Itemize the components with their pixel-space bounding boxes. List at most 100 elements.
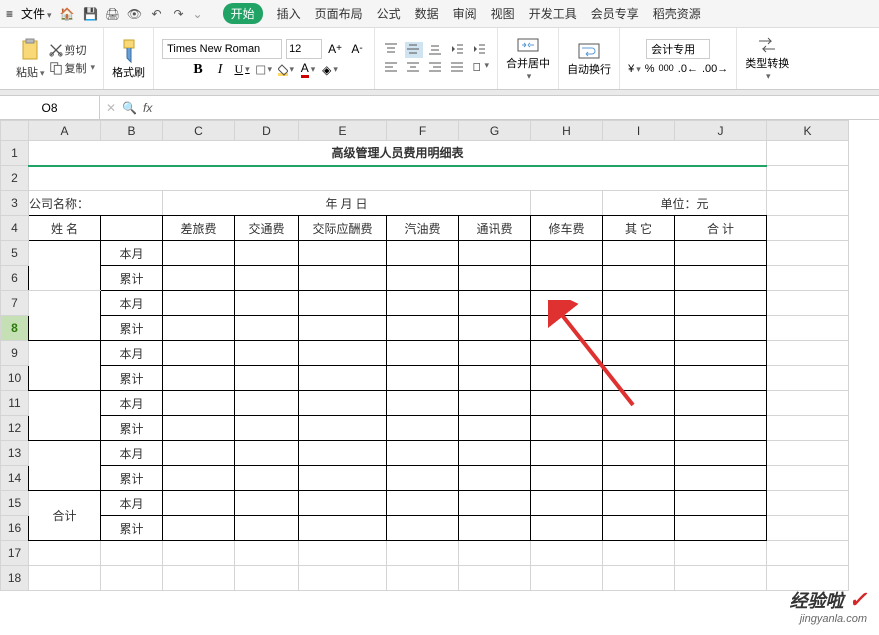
cell[interactable] [459, 366, 531, 391]
col-header-I[interactable]: I [603, 121, 675, 141]
cell[interactable] [531, 291, 603, 316]
cell[interactable] [387, 416, 459, 441]
cell-h-travel[interactable]: 差旅费 [163, 216, 235, 241]
cell[interactable] [387, 466, 459, 491]
row-header-5[interactable]: 5 [1, 241, 29, 266]
cell[interactable] [387, 266, 459, 291]
cell[interactable] [299, 516, 387, 541]
cell[interactable] [299, 541, 387, 566]
cell[interactable] [235, 441, 299, 466]
row-header-15[interactable]: 15 [1, 491, 29, 516]
row-header-17[interactable]: 17 [1, 541, 29, 566]
tab-insert[interactable]: 插入 [277, 5, 301, 22]
cell[interactable] [675, 366, 767, 391]
row-header-10[interactable]: 10 [1, 366, 29, 391]
cell[interactable] [101, 216, 163, 241]
cell[interactable] [767, 391, 849, 416]
percent-button[interactable]: % [645, 63, 655, 79]
cell[interactable] [387, 341, 459, 366]
cell[interactable] [675, 241, 767, 266]
col-header-D[interactable]: D [235, 121, 299, 141]
tab-doke[interactable]: 稻壳资源 [653, 5, 701, 22]
cell[interactable] [767, 166, 849, 191]
cell[interactable] [459, 291, 531, 316]
cell[interactable] [767, 216, 849, 241]
row-header-4[interactable]: 4 [1, 216, 29, 241]
cell[interactable] [299, 416, 387, 441]
cell-cumul[interactable]: 累计 [101, 516, 163, 541]
cell[interactable] [675, 291, 767, 316]
cell-month[interactable]: 本月 [101, 441, 163, 466]
row-header-9[interactable]: 9 [1, 341, 29, 366]
italic-button[interactable]: I [211, 61, 229, 79]
cell[interactable] [767, 516, 849, 541]
cell-h-other[interactable]: 其 它 [603, 216, 675, 241]
align-top-button[interactable] [383, 42, 401, 58]
cell[interactable] [299, 391, 387, 416]
cell-h-name[interactable]: 姓 名 [29, 216, 101, 241]
cell[interactable] [29, 241, 101, 291]
cancel-icon[interactable]: ✕ [106, 101, 116, 115]
cell[interactable] [387, 391, 459, 416]
cell[interactable] [459, 316, 531, 341]
cell[interactable] [603, 266, 675, 291]
cell[interactable] [163, 516, 235, 541]
font-color-button[interactable]: A [299, 61, 317, 79]
cell[interactable] [531, 391, 603, 416]
cell[interactable] [459, 441, 531, 466]
row-header-3[interactable]: 3 [1, 191, 29, 216]
cell[interactable] [603, 541, 675, 566]
number-format-select[interactable] [646, 39, 710, 59]
cell-month[interactable]: 本月 [101, 291, 163, 316]
cell[interactable] [163, 466, 235, 491]
cell[interactable] [603, 466, 675, 491]
cell[interactable] [531, 416, 603, 441]
cell[interactable] [603, 566, 675, 591]
cell[interactable] [531, 241, 603, 266]
cell[interactable] [235, 341, 299, 366]
cell[interactable] [29, 391, 101, 441]
cell[interactable] [767, 316, 849, 341]
cell[interactable] [603, 416, 675, 441]
cell[interactable] [531, 191, 603, 216]
cell[interactable] [163, 341, 235, 366]
col-header-E[interactable]: E [299, 121, 387, 141]
cell-h-comm[interactable]: 通讯费 [459, 216, 531, 241]
increase-decimal-button[interactable]: .00→ [702, 63, 728, 79]
cell-cumul[interactable]: 累计 [101, 466, 163, 491]
row-header-1[interactable]: 1 [1, 141, 29, 166]
cell-h-fuel[interactable]: 汽油费 [387, 216, 459, 241]
cell[interactable] [675, 341, 767, 366]
cell[interactable] [299, 266, 387, 291]
tab-dev[interactable]: 开发工具 [529, 5, 577, 22]
cell[interactable] [235, 466, 299, 491]
cell[interactable] [603, 291, 675, 316]
tab-view[interactable]: 视图 [491, 5, 515, 22]
cell-month[interactable]: 本月 [101, 391, 163, 416]
cell[interactable] [387, 541, 459, 566]
cell-style-button[interactable]: ◈ [321, 61, 339, 79]
cell[interactable] [459, 266, 531, 291]
cell[interactable] [675, 466, 767, 491]
name-box[interactable]: O8 [0, 96, 100, 119]
cell[interactable] [603, 441, 675, 466]
col-header-C[interactable]: C [163, 121, 235, 141]
cell[interactable] [299, 316, 387, 341]
cell-cumul[interactable]: 累计 [101, 366, 163, 391]
qa-dropdown-icon[interactable]: ⌄ [193, 7, 203, 21]
undo-icon[interactable]: ↶ [149, 6, 165, 22]
row-header-8[interactable]: 8 [1, 316, 29, 341]
cell[interactable] [767, 266, 849, 291]
row-header-13[interactable]: 13 [1, 441, 29, 466]
cell[interactable] [767, 541, 849, 566]
fx-icon[interactable]: fx [143, 101, 152, 115]
tab-layout[interactable]: 页面布局 [315, 5, 363, 22]
cell[interactable] [163, 241, 235, 266]
cell[interactable] [29, 341, 101, 391]
save-icon[interactable]: 💾 [83, 6, 99, 22]
row-header-2[interactable]: 2 [1, 166, 29, 191]
preview-icon[interactable]: 👁 [127, 6, 143, 22]
cell[interactable] [603, 391, 675, 416]
paste-button[interactable]: 粘贴 [16, 38, 45, 80]
cell[interactable] [299, 241, 387, 266]
